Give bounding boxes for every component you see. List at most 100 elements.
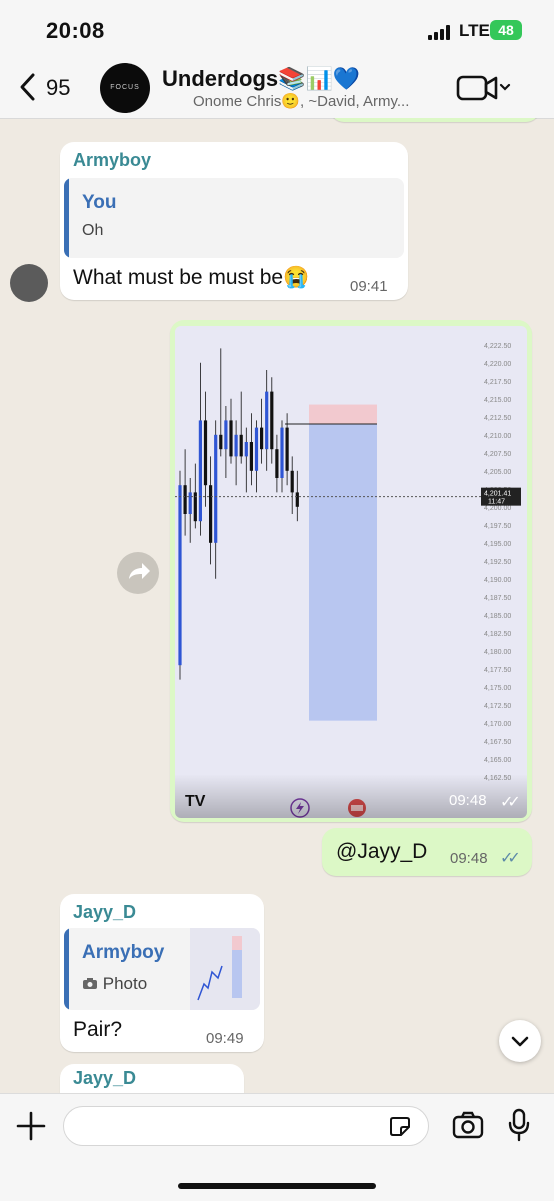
chevron-down-icon [511, 1036, 529, 1047]
y-tick-label: 4,167.50 [484, 739, 511, 746]
y-tick-label: 4,187.50 [484, 595, 511, 602]
message-mention[interactable]: @Jayy_D 09:48 ✓✓ [322, 828, 532, 876]
current-price-label: 4,201.41 [484, 491, 511, 498]
camera-icon[interactable] [452, 1111, 484, 1139]
y-tick-label: 4,222.50 [484, 343, 511, 350]
sender-name: Jayy_D [73, 902, 137, 922]
current-time-label: 11:47 [488, 499, 505, 506]
message-text: @Jayy_D [336, 840, 428, 863]
network-label: LTE [459, 21, 490, 40]
quoted-message[interactable]: Armyboy Photo [64, 928, 260, 1010]
y-tick-label: 4,212.50 [484, 415, 511, 422]
quoted-sender: You [82, 192, 117, 213]
candle-body [234, 434, 238, 457]
candle-body [239, 434, 243, 457]
compose-bar [0, 1093, 554, 1201]
candle-body [229, 420, 233, 457]
group-members[interactable]: Onome Chris🙂, ~David, Army... [193, 92, 409, 110]
unread-count[interactable]: 95 [46, 75, 70, 101]
read-ticks-icon: ✓✓ [500, 850, 521, 867]
sticker-icon[interactable] [389, 1115, 411, 1137]
forward-button[interactable] [117, 552, 159, 594]
forward-icon [129, 563, 150, 579]
image-time: 09:48 [449, 792, 487, 809]
take-profit-zone [309, 424, 377, 721]
message-time: 09:49 [206, 1030, 244, 1047]
candle-body [290, 470, 294, 493]
message-input[interactable] [63, 1106, 429, 1146]
candle-body [183, 485, 187, 514]
y-tick-label: 4,175.00 [484, 685, 511, 692]
y-tick-label: 4,195.00 [484, 541, 511, 548]
y-tick-label: 4,192.50 [484, 559, 511, 566]
status-bar: 20:08 LTE 48 [0, 0, 554, 56]
microphone-icon[interactable] [508, 1108, 530, 1142]
y-tick-label: 4,210.00 [484, 433, 511, 440]
candle-body [254, 427, 259, 471]
candlestick-chart: 4,222.50 4,220.00 4,217.50 4,215.00 4,212.50… [175, 343, 521, 818]
y-tick-label: 4,170.00 [484, 721, 511, 728]
y-tick-label: 4,177.50 [484, 667, 511, 674]
sender-avatar[interactable] [10, 264, 48, 302]
sender-name: Jayy_D [73, 1068, 137, 1088]
battery-icon: 48 [490, 20, 522, 40]
y-tick-label: 4,182.50 [484, 631, 511, 638]
read-ticks-icon: ✓✓ [500, 794, 521, 811]
home-indicator [178, 1183, 376, 1189]
candle-body [295, 492, 299, 507]
previous-message-bubble [330, 118, 540, 122]
quoted-thumbnail [190, 928, 260, 1010]
quoted-message[interactable]: You Oh [64, 178, 404, 258]
message-text: What must be must be😭 [73, 266, 310, 289]
y-tick-label: 4,165.00 [484, 757, 511, 764]
back-chevron-icon[interactable] [18, 72, 36, 102]
candle-body [285, 427, 289, 471]
candle-body [188, 492, 192, 514]
chart-image[interactable]: 4,222.50 4,220.00 4,217.50 4,215.00 4,212.50… [175, 326, 527, 818]
y-tick-label: 4,180.00 [484, 649, 511, 656]
y-tick-label: 4,172.50 [484, 703, 511, 710]
scroll-down-button[interactable] [499, 1020, 541, 1062]
candle-body [260, 427, 264, 450]
chat-area[interactable]: Armyboy You Oh What must be must be😭 09:… [0, 118, 554, 1093]
candle-body [270, 391, 274, 450]
message-jayy[interactable]: Jayy_D Armyboy Photo Pair? 09:49 [60, 894, 264, 1052]
candle-body [244, 442, 248, 457]
candle-body [214, 434, 218, 543]
y-tick-label: 4,215.00 [484, 397, 511, 404]
status-time: 20:08 [46, 18, 105, 43]
message-time: 09:48 [450, 850, 488, 867]
message-armyboy[interactable]: Armyboy You Oh What must be must be😭 09:… [60, 142, 408, 300]
sender-name: Armyboy [73, 150, 152, 170]
candle-body [224, 420, 228, 450]
y-tick-label: 4,200.00 [484, 505, 511, 512]
candle-body [280, 427, 284, 478]
camera-icon [83, 978, 97, 989]
quoted-text: Oh [82, 222, 104, 239]
candle-body [219, 434, 223, 450]
message-text: Pair? [73, 1018, 123, 1041]
y-tick-label: 4,185.00 [484, 613, 511, 620]
message-jayy-partial[interactable]: Jayy_D [60, 1064, 244, 1093]
quoted-photo-label: Photo [82, 974, 147, 994]
group-avatar[interactable]: FOCUS [100, 63, 150, 113]
candle-body [249, 442, 253, 471]
y-tick-label: 4,197.50 [484, 523, 511, 530]
candle-body [198, 420, 202, 522]
video-call-icon[interactable] [456, 72, 512, 104]
plus-icon[interactable] [16, 1111, 46, 1141]
message-time: 09:41 [350, 278, 388, 295]
y-tick-label: 4,220.00 [484, 361, 511, 368]
candle-body [178, 485, 182, 666]
candle-body [209, 485, 213, 543]
quoted-sender: Armyboy [82, 942, 165, 963]
y-tick-label: 4,207.50 [484, 451, 511, 458]
stop-loss-zone [309, 404, 377, 424]
chat-header: 95 FOCUS Underdogs📚📊💙 Onome Chris🙂, ~Dav… [0, 56, 554, 119]
candle-body [265, 391, 269, 450]
candle-body [203, 420, 208, 486]
group-name[interactable]: Underdogs📚📊💙 [162, 66, 360, 92]
y-tick-label: 4,205.00 [484, 469, 511, 476]
candle-body [275, 449, 279, 478]
y-tick-label: 4,190.00 [484, 577, 511, 584]
